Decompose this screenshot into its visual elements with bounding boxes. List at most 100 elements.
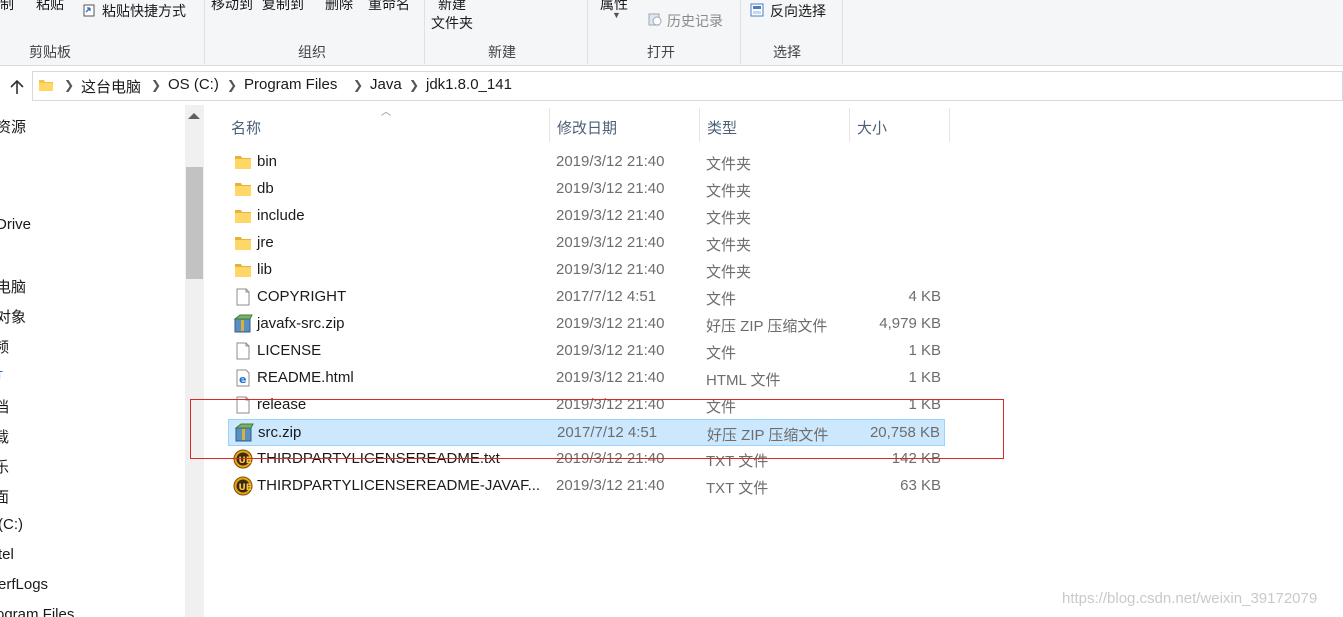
file-modified-date: 2019/3/12 21:40	[556, 342, 665, 359]
invert-selection-button[interactable]: 反向选择	[770, 1, 826, 21]
nav-item-onedrive[interactable]: Drive	[0, 216, 31, 233]
ribbon-group-organize: 组织	[298, 44, 326, 60]
nav-item-perflogs[interactable]: erfLogs	[0, 576, 48, 593]
scrollbar-thumb[interactable]	[186, 167, 203, 279]
ribbon-divider	[740, 0, 741, 64]
breadcrumb-os-c[interactable]: OS (C:)	[168, 76, 219, 93]
folder-icon	[39, 80, 53, 91]
breadcrumb-chevron-icon[interactable]: ❯	[151, 78, 161, 92]
ribbon-divider	[424, 0, 425, 64]
svg-text:UE: UE	[239, 483, 252, 493]
paste-button[interactable]: 粘贴	[36, 0, 64, 14]
file-row[interactable]: include 2019/3/12 21:40 文件夹	[228, 203, 945, 230]
svg-text:e: e	[239, 373, 246, 386]
file-type: 文件	[706, 345, 737, 362]
file-size: 4,979 KB	[879, 315, 941, 332]
file-modified-date: 2019/3/12 21:40	[556, 369, 665, 386]
breadcrumb-java[interactable]: Java	[370, 76, 402, 93]
folder-icon	[235, 264, 251, 277]
file-type: TXT 文件	[706, 453, 769, 470]
breadcrumb-chevron-icon[interactable]: ❯	[227, 78, 237, 92]
file-modified-date: 2019/3/12 21:40	[556, 396, 665, 413]
file-name: bin	[257, 153, 278, 170]
up-arrow-icon[interactable]	[8, 78, 26, 96]
paste-shortcut-button[interactable]: 粘贴快捷方式	[102, 1, 186, 21]
file-row[interactable]: UE THIRDPARTYLICENSEREADME-JAVAF... 2019/3…	[228, 473, 945, 500]
new-folder-button[interactable]: 新建	[438, 0, 466, 14]
ribbon-group-open: 打开	[647, 44, 675, 60]
file-row[interactable]: e README.html 2019/3/12 21:40 HTML 文件 1 KB	[228, 365, 945, 392]
breadcrumb-chevron-icon[interactable]: ❯	[409, 78, 419, 92]
scroll-up-arrow-icon[interactable]	[188, 113, 200, 119]
column-header-name[interactable]: 名称	[224, 108, 549, 142]
nav-item-3d-objects[interactable]: 对象	[0, 306, 26, 327]
svg-text:UE: UE	[239, 456, 252, 466]
copy-button[interactable]: 制	[0, 0, 14, 14]
column-header-size[interactable]: 大小	[850, 108, 949, 142]
nav-item-desktop[interactable]: 面	[0, 486, 9, 507]
zip-archive-icon	[233, 314, 253, 333]
file-modified-date: 2019/3/12 21:40	[556, 153, 665, 170]
zip-archive-icon	[234, 423, 254, 442]
breadcrumb-chevron-icon[interactable]: ❯	[64, 78, 74, 92]
nav-item-intel[interactable]: tel	[0, 546, 14, 563]
html-file-icon: e	[236, 369, 250, 387]
nav-item-downloads[interactable]: 载	[0, 426, 9, 447]
file-name: javafx-src.zip	[257, 315, 345, 332]
file-type: 文件夹	[706, 156, 752, 173]
rename-button[interactable]: 重命名	[368, 0, 410, 14]
file-type: 文件夹	[706, 264, 752, 281]
breadcrumb-chevron-icon[interactable]: ❯	[353, 78, 363, 92]
file-type: 好压 ZIP 压缩文件	[706, 318, 828, 335]
breadcrumb-program-files[interactable]: Program Files	[244, 76, 337, 93]
file-row[interactable]: src.zip 2017/7/12 4:51 好压 ZIP 压缩文件 20,758 K…	[228, 419, 945, 446]
delete-button[interactable]: 删除	[325, 0, 353, 14]
column-header-name-label: 名称	[231, 120, 262, 137]
ribbon-divider	[842, 0, 843, 64]
ribbon-divider	[204, 0, 205, 64]
nav-item-program-files[interactable]: ogram Files	[0, 606, 74, 617]
file-type: TXT 文件	[706, 480, 769, 497]
file-modified-date: 2019/3/12 21:40	[556, 180, 665, 197]
folder-icon	[235, 183, 251, 196]
nav-item-documents[interactable]: 档	[0, 396, 9, 417]
nav-item[interactable]: 资源	[0, 116, 26, 137]
nav-item-this-pc[interactable]: 电脑	[0, 276, 26, 297]
breadcrumb-this-pc[interactable]: 这台电脑	[81, 76, 141, 97]
navigation-pane-scrollbar[interactable]	[185, 105, 204, 617]
text-editor-icon: UE	[233, 449, 253, 469]
file-row[interactable]: db 2019/3/12 21:40 文件夹	[228, 176, 945, 203]
file-modified-date: 2019/3/12 21:40	[556, 450, 665, 467]
file-name: release	[257, 396, 307, 413]
nav-item-videos[interactable]: 频	[0, 336, 9, 357]
ribbon-group-clipboard: 剪贴板	[29, 44, 71, 60]
file-icon	[236, 288, 250, 306]
file-type: 好压 ZIP 压缩文件	[707, 427, 829, 444]
ribbon: 制 粘贴 粘贴快捷方式 剪贴板 移动到 复制到 删除 重命名 组织 新建 文件夹…	[0, 0, 1343, 66]
watermark: https://blog.csdn.net/weixin_39172079	[1062, 590, 1318, 607]
file-modified-date: 2019/3/12 21:40	[556, 207, 665, 224]
folder-icon	[235, 156, 251, 169]
file-row[interactable]: UE THIRDPARTYLICENSEREADME.txt 2019/3/12 2…	[228, 446, 945, 473]
file-row[interactable]: lib 2019/3/12 21:40 文件夹	[228, 257, 945, 284]
copy-to-button[interactable]: 复制到	[262, 0, 304, 14]
column-header-type[interactable]: 类型	[700, 108, 849, 142]
history-button[interactable]: 历史记录	[667, 11, 723, 31]
nav-item-pictures[interactable]: т	[0, 366, 3, 383]
file-row[interactable]: LICENSE 2019/3/12 21:40 文件 1 KB	[228, 338, 945, 365]
file-modified-date: 2019/3/12 21:40	[556, 315, 665, 332]
column-header-type-label: 类型	[707, 120, 738, 137]
nav-item-music[interactable]: 乐	[0, 456, 9, 477]
file-row[interactable]: COPYRIGHT 2017/7/12 4:51 文件 4 KB	[228, 284, 945, 311]
breadcrumb-jdk[interactable]: jdk1.8.0_141	[426, 76, 512, 93]
file-name: THIRDPARTYLICENSEREADME.txt	[257, 450, 500, 467]
file-row[interactable]: bin 2019/3/12 21:40 文件夹	[228, 149, 945, 176]
file-name: COPYRIGHT	[257, 288, 347, 305]
column-header-date[interactable]: 修改日期	[550, 108, 699, 142]
nav-item-os-c[interactable]: (C:)	[0, 516, 23, 533]
column-divider[interactable]	[949, 108, 950, 142]
file-row[interactable]: release 2019/3/12 21:40 文件 1 KB	[228, 392, 945, 419]
file-row[interactable]: javafx-src.zip 2019/3/12 21:40 好压 ZIP 压缩文件…	[228, 311, 945, 338]
file-row[interactable]: jre 2019/3/12 21:40 文件夹	[228, 230, 945, 257]
move-to-button[interactable]: 移动到	[211, 0, 253, 14]
